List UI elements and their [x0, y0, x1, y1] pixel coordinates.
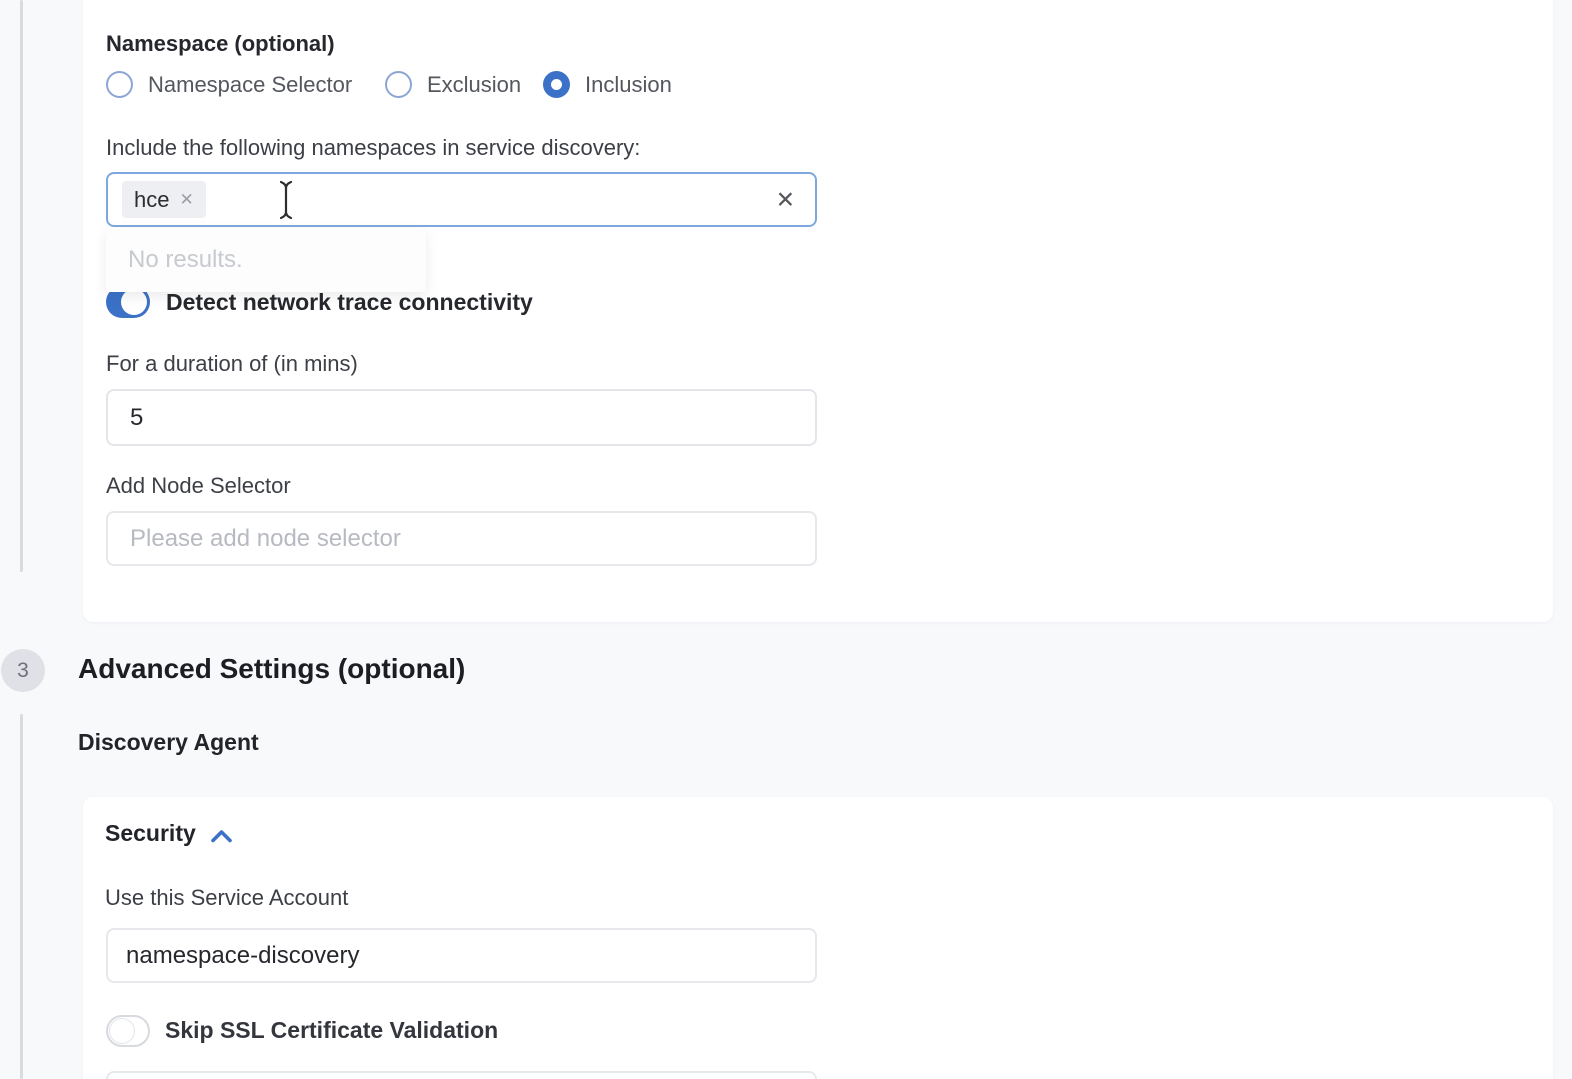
no-results-text: No results.	[128, 246, 243, 274]
namespaces-tag-input[interactable]: hce ✕ ✕	[106, 172, 817, 227]
radio-unselected-icon	[106, 71, 133, 98]
namespace-chip: hce ✕	[122, 181, 206, 218]
node-selector-input[interactable]	[106, 511, 817, 566]
stepper-line	[20, 0, 23, 572]
chip-remove-icon[interactable]: ✕	[179, 191, 193, 208]
namespaces-suggestion-dropdown: No results.	[106, 228, 426, 292]
security-section-header[interactable]: Security	[105, 820, 233, 847]
network-trace-toggle-label: Detect network trace connectivity	[166, 289, 533, 316]
chip-text: hce	[134, 187, 169, 213]
radio-label: Inclusion	[585, 72, 672, 98]
step-3-badge: 3	[1, 649, 45, 692]
security-title: Security	[105, 820, 196, 847]
radio-inclusion[interactable]: Inclusion	[543, 71, 672, 98]
toggle-knob	[121, 289, 147, 315]
discovery-agent-subheading: Discovery Agent	[78, 729, 259, 756]
clear-input-icon[interactable]: ✕	[776, 186, 795, 213]
discovery-settings-page: Namespace (optional) Namespace Selector …	[0, 0, 1572, 1079]
node-selector-label: Add Node Selector	[106, 473, 291, 499]
chevron-up-icon	[210, 829, 233, 843]
radio-selected-icon	[543, 71, 570, 98]
duration-input[interactable]	[106, 389, 817, 446]
service-account-input[interactable]	[106, 928, 817, 983]
radio-unselected-icon	[385, 71, 412, 98]
radio-exclusion[interactable]: Exclusion	[385, 71, 521, 98]
duration-label: For a duration of (in mins)	[106, 351, 358, 377]
i-beam-cursor-icon	[277, 179, 295, 221]
toggle-knob	[109, 1018, 135, 1044]
stepper-line	[20, 714, 23, 1079]
namespace-heading: Namespace (optional)	[106, 31, 335, 57]
advanced-settings-title: Advanced Settings (optional)	[78, 653, 465, 685]
radio-label: Namespace Selector	[148, 72, 352, 98]
skip-ssl-toggle-label: Skip SSL Certificate Validation	[165, 1017, 498, 1044]
radio-namespace-selector[interactable]: Namespace Selector	[106, 71, 352, 98]
radio-label: Exclusion	[427, 72, 521, 98]
skip-ssl-toggle[interactable]	[106, 1015, 150, 1047]
include-namespaces-label: Include the following namespaces in serv…	[106, 135, 640, 161]
partial-input-below[interactable]	[106, 1071, 817, 1079]
service-account-label: Use this Service Account	[105, 885, 348, 911]
